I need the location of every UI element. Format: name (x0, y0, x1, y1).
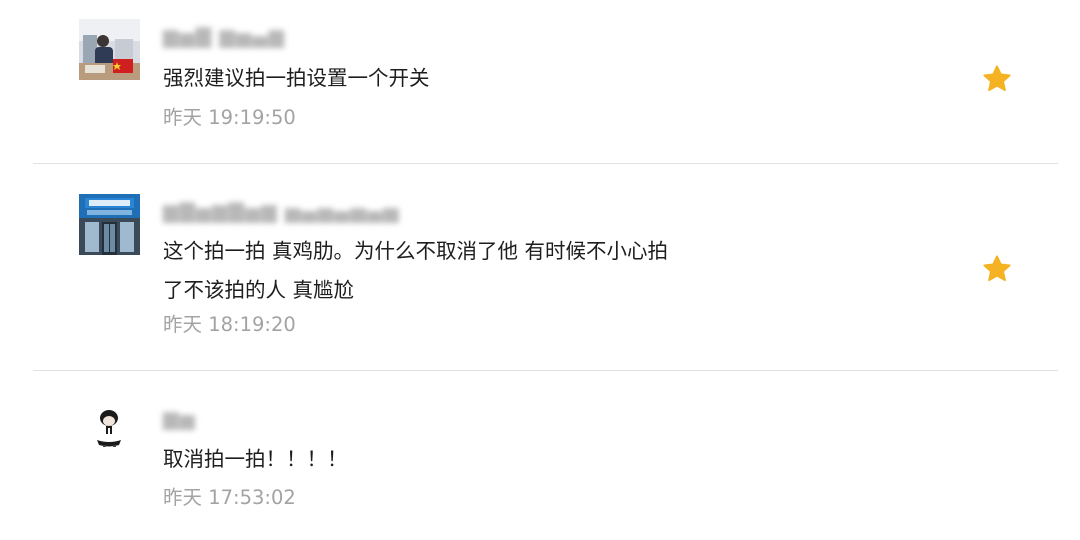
avatar[interactable] (79, 404, 140, 465)
avatar[interactable] (79, 194, 140, 255)
username[interactable]: ▆▅▇ ▆▅▄▆ (163, 25, 285, 47)
comment-text: 强烈建议拍一拍设置一个开关 (163, 66, 430, 90)
comment-item: ▆▅▇ ▆▅▄▆ 强烈建议拍一拍设置一个开关 昨天 19:19:50 (0, 0, 1080, 163)
star-icon[interactable] (982, 254, 1012, 284)
comment-time: 昨天 19:19:50 (163, 106, 296, 129)
comment-list: ▆▅▇ ▆▅▄▆ 强烈建议拍一拍设置一个开关 昨天 19:19:50 ▆▇▅▆▇… (0, 0, 1080, 540)
comment-item: ▆▇▅▆▇▅▆ ▅▄▅▄▅▄▅ 这个拍一拍 真鸡肋。为什么不取消了他 有时候不小… (0, 164, 1080, 370)
comment-item: ▆▅ 取消拍一拍！！！！ 昨天 17:53:02 (0, 371, 1080, 540)
comment-time: 昨天 18:19:20 (163, 313, 296, 336)
username[interactable]: ▆▅ (163, 407, 196, 429)
star-icon[interactable] (982, 64, 1012, 94)
comment-text: 取消拍一拍！！！！ (163, 447, 348, 471)
person-photo-avatar-icon (79, 19, 140, 80)
storefront-photo-avatar-icon (79, 194, 140, 255)
comment-text: 这个拍一拍 真鸡肋。为什么不取消了他 有时候不小心拍 了不该拍的人 真尴尬 (163, 239, 669, 302)
avatar[interactable] (79, 19, 140, 80)
username[interactable]: ▆▇▅▆▇▅▆ ▅▄▅▄▅▄▅ (163, 200, 400, 222)
comment-time: 昨天 17:53:02 (163, 486, 296, 509)
cartoon-figure-avatar-icon (79, 404, 140, 465)
